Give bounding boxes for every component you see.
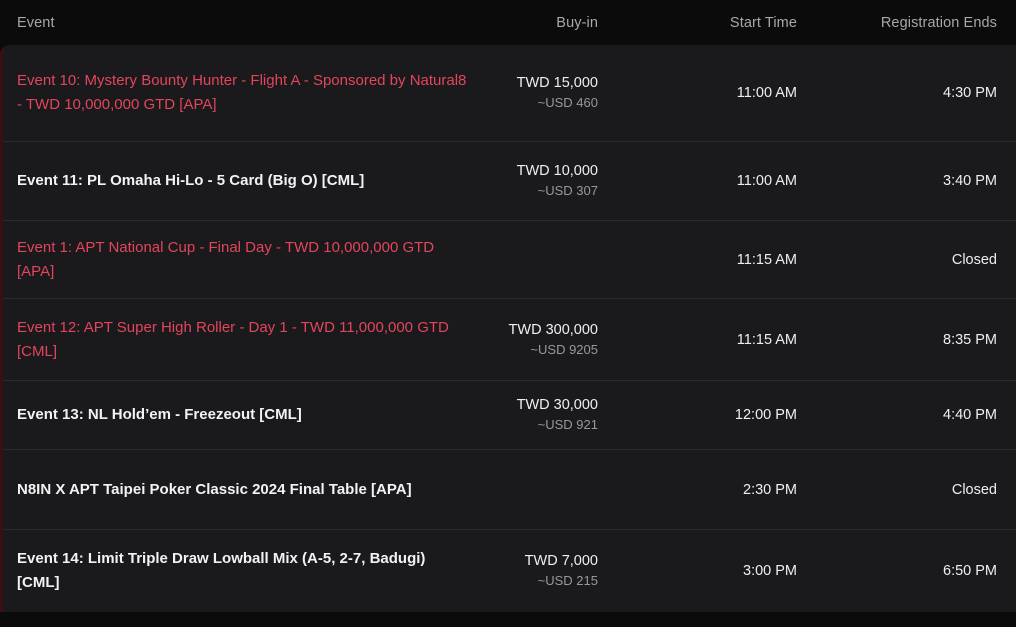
registration-ends-cell: 3:40 PM (943, 173, 997, 189)
table-row[interactable]: N8IN X APT Taipei Poker Classic 2024 Fin… (3, 450, 1016, 530)
registration-ends-cell: 4:40 PM (943, 407, 997, 423)
event-name-cell[interactable]: Event 13: NL Hold’em - Freezeout [CML] (3, 403, 494, 427)
buyin-amount: TWD 10,000 (516, 163, 598, 179)
registration-ends-cell: 6:50 PM (943, 563, 997, 579)
buyin-usd-equivalent: ~USD 921 (537, 417, 598, 432)
buyin-cell: TWD 30,000 ~USD 921 (494, 396, 598, 434)
buyin-amount: TWD 30,000 (516, 397, 598, 413)
table-row[interactable]: Event 10: Mystery Bounty Hunter - Flight… (3, 45, 1016, 142)
event-name-cell[interactable]: Event 14: Limit Triple Draw Lowball Mix … (3, 547, 494, 595)
start-time-cell: 11:15 AM (736, 331, 797, 348)
buyin-usd-equivalent: ~USD 9205 (530, 341, 598, 357)
event-name-cell[interactable]: Event 1: APT National Cup - Final Day - … (3, 236, 494, 284)
table-row[interactable]: Event 1: APT National Cup - Final Day - … (3, 221, 1016, 299)
buyin-usd-equivalent: ~USD 460 (537, 95, 598, 110)
start-time-cell: 11:00 AM (736, 173, 797, 189)
event-name-cell[interactable]: N8IN X APT Taipei Poker Classic 2024 Fin… (3, 478, 494, 502)
column-header-buyin[interactable]: Buy-in (494, 15, 598, 31)
start-time-cell: 3:00 PM (743, 563, 797, 579)
table-header-row: Event Buy-in Start Time Registration End… (0, 0, 1016, 45)
event-name-cell[interactable]: Event 11: PL Omaha Hi-Lo - 5 Card (Big O… (3, 169, 494, 193)
buyin-cell: TWD 10,000 ~USD 307 (494, 162, 598, 200)
tournament-schedule: Event Buy-in Start Time Registration End… (0, 0, 1016, 627)
start-time-cell: 12:00 PM (734, 407, 797, 423)
buyin-cell: TWD 7,000 ~USD 215 (494, 552, 598, 590)
buyin-cell: TWD 300,000 ~USD 9205 (494, 321, 598, 359)
buyin-usd-equivalent: ~USD 215 (537, 573, 598, 588)
buyin-amount: TWD 300,000 (508, 321, 598, 338)
column-header-registration-ends[interactable]: Registration Ends (797, 15, 997, 31)
table-row[interactable]: Event 12: APT Super High Roller - Day 1 … (3, 299, 1016, 381)
table-row[interactable]: Event 14: Limit Triple Draw Lowball Mix … (3, 530, 1016, 612)
column-header-start-time[interactable]: Start Time (598, 15, 797, 31)
registration-ends-cell: 8:35 PM (943, 331, 997, 348)
buyin-cell: TWD 15,000 ~USD 460 (494, 74, 598, 112)
column-header-event[interactable]: Event (0, 15, 494, 31)
event-name-cell[interactable]: Event 10: Mystery Bounty Hunter - Flight… (3, 69, 494, 117)
start-time-cell: 11:00 AM (736, 85, 797, 101)
event-name-cell[interactable]: Event 12: APT Super High Roller - Day 1 … (3, 316, 494, 364)
buyin-amount: TWD 7,000 (524, 553, 598, 569)
buyin-amount: TWD 15,000 (516, 75, 598, 91)
start-time-cell: 2:30 PM (743, 481, 797, 498)
registration-ends-cell: 4:30 PM (943, 85, 997, 101)
registration-ends-cell: Closed (951, 481, 997, 498)
table-row[interactable]: Event 11: PL Omaha Hi-Lo - 5 Card (Big O… (3, 142, 1016, 221)
start-time-cell: 11:15 AM (736, 251, 797, 268)
registration-ends-cell: Closed (951, 251, 997, 268)
table-row[interactable]: Event 13: NL Hold’em - Freezeout [CML] TW… (3, 381, 1016, 450)
buyin-usd-equivalent: ~USD 307 (537, 183, 598, 198)
table-body: Event 10: Mystery Bounty Hunter - Flight… (0, 45, 1016, 612)
